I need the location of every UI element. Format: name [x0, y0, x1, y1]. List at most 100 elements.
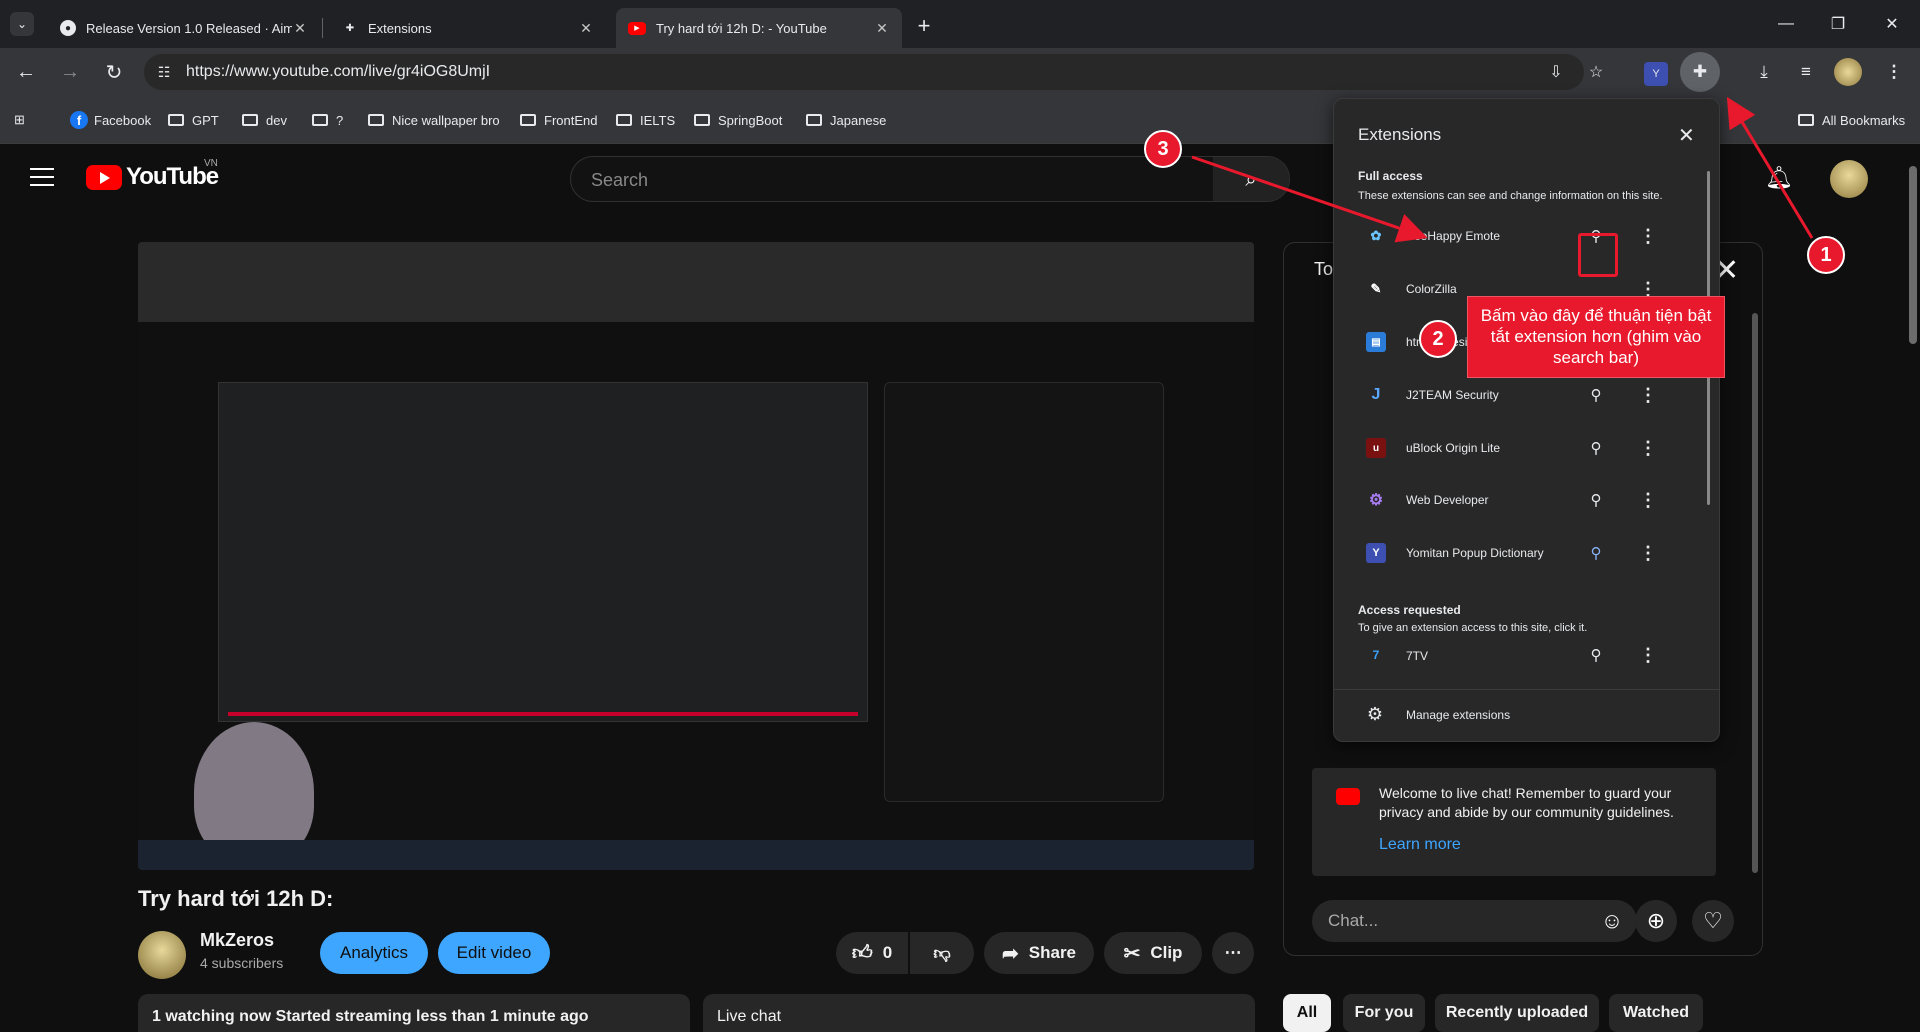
video-title: Try hard tới 12h D: — [138, 886, 334, 911]
bookmark-springboot[interactable]: SpringBoot — [694, 110, 782, 130]
more-options-icon[interactable]: ⋮ — [1636, 488, 1660, 512]
extension-row-ublock[interactable]: u uBlock Origin Lite ⚲ ⋮ — [1334, 423, 1719, 473]
url-text[interactable]: https://www.youtube.com/live/gr4iOG8UmjI — [186, 63, 490, 81]
extension-name: Web Developer — [1406, 493, 1489, 507]
bookmark-gpt[interactable]: GPT — [168, 110, 219, 130]
annotation-badge-1: 1 — [1807, 236, 1845, 274]
edit-video-button[interactable]: Edit video — [438, 932, 550, 974]
pin-icon[interactable]: ⚲ — [1584, 383, 1608, 407]
apps-grid-icon[interactable]: ⊞ — [14, 110, 25, 130]
bookmark-japanese[interactable]: Japanese — [806, 110, 886, 130]
page-scrollbar[interactable] — [1906, 144, 1920, 1032]
chat-scrollbar[interactable] — [1752, 313, 1758, 873]
extension-row-beehappy[interactable]: ✿ BeeHappy Emote ⚲ ⋮ — [1334, 211, 1719, 261]
thumbs-up-icon: 👍︎ — [851, 942, 873, 964]
youtube-search-box[interactable]: Search ⌕ — [570, 156, 1290, 202]
forward-icon[interactable]: → — [56, 58, 84, 86]
emoji-icon[interactable]: ☺ — [1598, 907, 1626, 935]
bookmark-question[interactable]: ? — [312, 110, 343, 130]
yomitan-icon[interactable]: Y — [1644, 62, 1668, 86]
folder-icon — [806, 114, 822, 126]
extension-row-7tv[interactable]: 7 7TV ⚲ ⋮ — [1334, 637, 1719, 667]
more-actions-icon[interactable]: ⋯ — [1212, 932, 1254, 974]
bookmark-wallpaper[interactable]: Nice wallpaper bro — [368, 110, 500, 130]
youtube-icon: ▶ — [628, 21, 646, 35]
github-icon: ● — [60, 20, 76, 36]
analytics-button[interactable]: Analytics — [320, 932, 428, 974]
like-button[interactable]: 👍︎ 0 — [836, 932, 908, 974]
new-tab-button[interactable]: + — [910, 12, 938, 40]
back-icon[interactable]: ← — [12, 58, 40, 86]
share-button[interactable]: ➦ Share — [984, 932, 1094, 974]
clip-button[interactable]: ✂ Clip — [1104, 932, 1202, 974]
more-options-icon[interactable]: ⋮ — [1636, 436, 1660, 460]
tab-youtube[interactable]: ▶ Try hard tới 12h D: - YouTube ✕ — [616, 8, 902, 48]
menu-icon[interactable]: ⋮ — [1880, 58, 1908, 86]
channel-name[interactable]: MkZeros — [200, 930, 274, 951]
tab-title: Extensions — [368, 20, 432, 36]
restore-icon[interactable]: ❐ — [1824, 10, 1852, 38]
site-info-icon[interactable]: ☷ — [152, 60, 176, 84]
address-bar[interactable]: ☷ https://www.youtube.com/live/gr4iOG8Um… — [144, 54, 1603, 90]
video-progress-bar[interactable] — [228, 712, 858, 716]
watching-info[interactable]: 1 watching now Started streaming less th… — [138, 994, 690, 1032]
bookmark-label: dev — [266, 112, 287, 128]
bookmark-facebook[interactable]: f Facebook — [70, 110, 151, 130]
close-tab-icon[interactable]: ✕ — [292, 20, 308, 36]
unpin-icon[interactable]: ⚲ — [1584, 541, 1608, 565]
extension-row-web-developer[interactable]: ⚙ Web Developer ⚲ ⋮ — [1334, 475, 1719, 525]
search-placeholder: Search — [591, 170, 649, 190]
more-options-icon[interactable]: ⋮ — [1636, 224, 1660, 248]
channel-avatar[interactable] — [138, 931, 186, 979]
account-avatar[interactable] — [1830, 160, 1868, 198]
learn-more-link[interactable]: Learn more — [1379, 836, 1461, 854]
bookmark-ielts[interactable]: IELTS — [616, 110, 675, 130]
chip-for-you[interactable]: For you — [1343, 994, 1425, 1032]
hamburger-menu-icon[interactable] — [30, 168, 54, 186]
bookmark-frontend[interactable]: FrontEnd — [520, 110, 597, 130]
more-options-icon[interactable]: ⋮ — [1636, 383, 1660, 407]
download-icon[interactable]: ⤓ — [1750, 58, 1778, 86]
live-chat-label[interactable]: Live chat — [703, 994, 1255, 1032]
tab-github[interactable]: ● Release Version 1.0 Released · AimKey … — [48, 8, 320, 48]
close-tab-icon[interactable]: ✕ — [578, 20, 594, 36]
notifications-bell-icon[interactable]: 🔔︎ — [1765, 164, 1793, 192]
extension-row-yomitan[interactable]: Y Yomitan Popup Dictionary ⚲ ⋮ — [1334, 528, 1719, 578]
video-player[interactable] — [138, 242, 1254, 870]
more-options-icon[interactable]: ⋮ — [1636, 643, 1660, 667]
tab-extensions[interactable]: ✚ Extensions ✕ — [330, 8, 606, 48]
more-options-icon[interactable]: ⋮ — [1636, 541, 1660, 565]
close-icon[interactable]: ✕ — [1678, 123, 1695, 148]
install-app-icon[interactable]: ⇩ — [1544, 60, 1568, 84]
media-queue-icon[interactable]: ≡ — [1792, 58, 1820, 86]
dislike-button[interactable]: 👎︎ — [910, 932, 974, 974]
add-icon[interactable]: ⊕ — [1635, 900, 1677, 942]
bookmark-label: SpringBoot — [718, 112, 783, 128]
close-window-icon[interactable]: ✕ — [1878, 10, 1906, 38]
chip-watched[interactable]: Watched — [1609, 994, 1703, 1032]
scrollbar-thumb[interactable] — [1909, 166, 1917, 344]
ublock-icon: u — [1366, 438, 1386, 458]
manage-extensions-row[interactable]: ⚙ Manage extensions — [1334, 689, 1719, 739]
bookmark-dev[interactable]: dev — [242, 110, 287, 130]
minimize-icon[interactable]: — — [1772, 10, 1800, 38]
close-tab-icon[interactable]: ✕ — [874, 20, 890, 36]
gear-icon: ⚙ — [1368, 492, 1384, 509]
all-bookmarks[interactable]: All Bookmarks — [1798, 110, 1905, 130]
pin-icon[interactable]: ⚲ — [1584, 643, 1608, 667]
youtube-logo[interactable]: YouTube VN — [86, 158, 219, 190]
chat-placeholder: Chat... — [1328, 911, 1379, 930]
heart-icon[interactable]: ♡ — [1692, 900, 1734, 942]
profile-avatar[interactable] — [1834, 58, 1862, 86]
pin-icon[interactable]: ⚲ — [1584, 436, 1608, 460]
chip-all[interactable]: All — [1283, 994, 1331, 1032]
chip-recently-uploaded[interactable]: Recently uploaded — [1435, 994, 1599, 1032]
pin-icon[interactable]: ⚲ — [1584, 488, 1608, 512]
chat-input[interactable]: Chat... ☺ — [1312, 900, 1637, 942]
reload-icon[interactable]: ↻ — [100, 58, 128, 86]
search-icon[interactable]: ⌕ — [1213, 157, 1289, 201]
extensions-puzzle-icon[interactable]: ✚ — [1680, 52, 1720, 92]
folder-icon — [168, 114, 184, 126]
tab-search-button[interactable]: ⌄ — [10, 12, 34, 36]
bookmark-star-icon[interactable]: ☆ — [1584, 60, 1608, 84]
